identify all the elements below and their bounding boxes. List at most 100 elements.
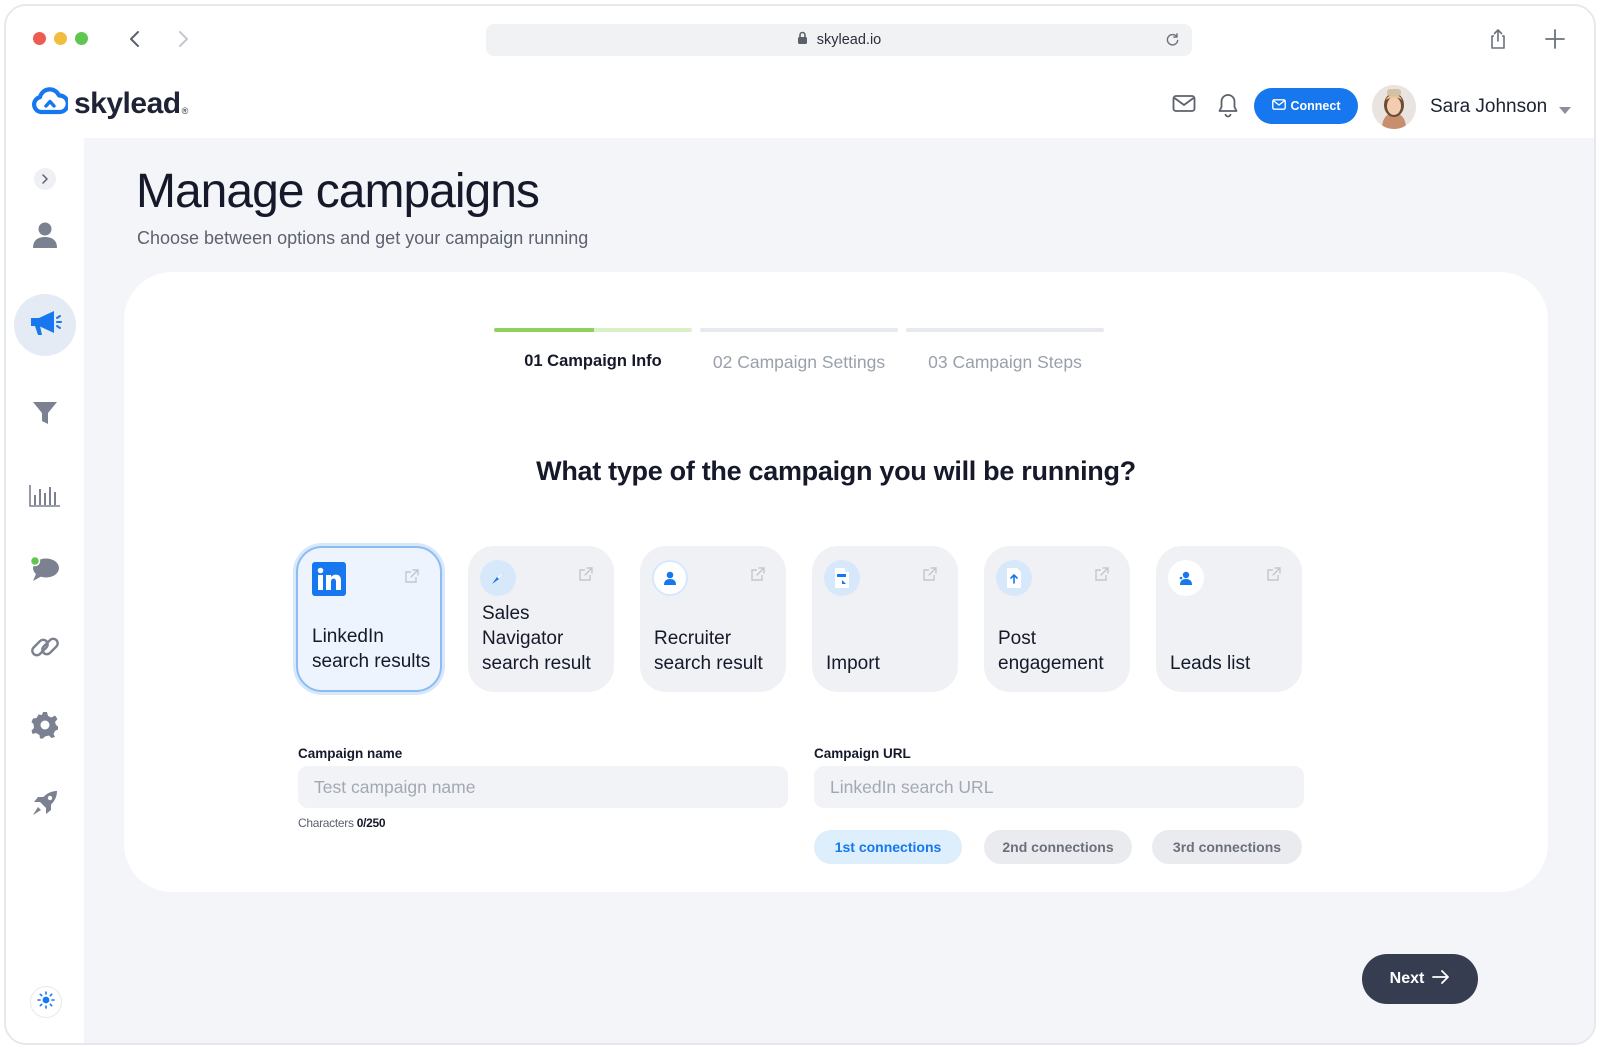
leads-icon <box>1168 560 1204 596</box>
step-label: 02 Campaign Settings <box>712 352 886 372</box>
url-text: skylead.io <box>816 32 882 48</box>
chat-icon <box>29 555 61 588</box>
rocket-icon <box>30 788 60 823</box>
sidebar-expand-button[interactable] <box>34 168 56 190</box>
sidebar <box>6 138 84 1043</box>
campaign-type-label-line2: search results <box>312 651 431 672</box>
link-icon <box>28 630 62 669</box>
campaign-type-label-line1: Post <box>998 628 1037 649</box>
first-connections-pill[interactable]: 1st connections <box>814 830 962 864</box>
campaign-type-label: LinkedIn search results <box>312 624 434 674</box>
campaign-type-label-line2: search result <box>654 653 763 674</box>
bell-icon[interactable] <box>1217 92 1239 123</box>
new-tab-icon[interactable] <box>1544 28 1566 55</box>
person-icon <box>652 560 688 596</box>
reload-icon[interactable] <box>1165 32 1180 51</box>
campaign-type-import[interactable]: Import <box>812 546 958 692</box>
external-link-icon[interactable] <box>750 566 766 587</box>
step-campaign-steps[interactable]: 03 Campaign Steps <box>906 328 1104 373</box>
campaign-type-linkedin[interactable]: LinkedIn search results <box>296 546 442 692</box>
mail-icon[interactable] <box>1172 94 1196 119</box>
browser-window: skylead.io skylead ® Connect Sara Johnso… <box>4 4 1596 1045</box>
character-counter: Characters 0/250 <box>298 816 386 830</box>
address-bar[interactable]: skylead.io <box>486 24 1192 56</box>
step-progress-fill <box>494 328 594 332</box>
campaign-type-label: Leads list <box>1170 651 1296 676</box>
skylead-logo[interactable]: skylead ® <box>32 86 188 121</box>
sidebar-item-inbox[interactable] <box>14 540 76 602</box>
step-progress-bar <box>700 328 898 332</box>
campaign-type-label-line2: search result <box>482 653 591 674</box>
campaign-type-label: Recruiter search result <box>654 626 780 676</box>
forward-arrow-icon[interactable] <box>172 28 194 50</box>
campaign-url-label: Campaign URL <box>814 746 911 761</box>
campaign-type-label-line2: engagement <box>998 653 1104 674</box>
maximize-window-button[interactable] <box>75 32 88 45</box>
megaphone-icon <box>28 308 62 343</box>
sidebar-item-campaigns[interactable] <box>14 294 76 356</box>
campaign-wizard-card: 01 Campaign Info 02 Campaign Settings 03… <box>124 272 1548 892</box>
campaign-type-label: Post engagement <box>998 626 1124 676</box>
sidebar-item-settings[interactable] <box>14 696 76 758</box>
external-link-icon[interactable] <box>922 566 938 587</box>
campaign-type-recruiter[interactable]: Recruiter search result <box>640 546 786 692</box>
character-counter-value: 0/250 <box>356 816 386 830</box>
step-progress-remaining <box>594 328 692 332</box>
user-icon <box>32 221 58 254</box>
third-connections-pill[interactable]: 3rd connections <box>1152 830 1302 864</box>
connect-button[interactable]: Connect <box>1254 88 1358 124</box>
campaign-type-label: Sales Navigator search result <box>482 601 608 676</box>
external-link-icon[interactable] <box>1094 566 1110 587</box>
campaign-type-label-line2: Import <box>826 653 880 674</box>
linkedin-icon <box>312 562 346 596</box>
step-campaign-info[interactable]: 01 Campaign Info <box>494 328 692 371</box>
external-link-icon[interactable] <box>404 568 420 589</box>
campaign-type-question: What type of the campaign you will be ru… <box>536 456 1136 486</box>
csv-file-icon <box>824 560 860 596</box>
step-label: 01 Campaign Info <box>524 352 662 370</box>
gear-icon <box>31 711 59 744</box>
close-window-button[interactable] <box>33 32 46 45</box>
campaign-name-label: Campaign name <box>298 746 403 761</box>
sidebar-item-leads[interactable] <box>14 206 76 268</box>
share-icon[interactable] <box>1488 28 1508 55</box>
external-link-icon[interactable] <box>1266 566 1282 587</box>
minimize-window-button[interactable] <box>54 32 67 45</box>
bar-chart-icon <box>29 483 61 512</box>
envelope-icon <box>1271 99 1286 113</box>
page-title: Manage campaigns <box>136 165 540 218</box>
user-name[interactable]: Sara Johnson <box>1430 96 1547 118</box>
lock-icon <box>797 31 808 49</box>
campaign-type-leads-list[interactable]: Leads list <box>1156 546 1302 692</box>
sidebar-item-launch[interactable] <box>14 774 76 836</box>
campaign-type-label-line1: Sales Navigator <box>482 603 564 649</box>
sidebar-item-analytics[interactable] <box>14 466 76 528</box>
external-link-icon[interactable] <box>578 566 594 587</box>
cloud-logo-icon <box>32 86 70 121</box>
campaign-name-input[interactable] <box>298 766 788 808</box>
campaign-type-sales-navigator[interactable]: Sales Navigator search result <box>468 546 614 692</box>
browser-toolbar: skylead.io <box>6 6 1594 72</box>
step-progress-bar <box>906 328 1104 332</box>
app-header: skylead ® Connect Sara Johnson <box>6 72 1594 138</box>
arrow-right-icon <box>1432 969 1450 989</box>
filter-icon <box>32 400 58 431</box>
campaign-type-label-line1: Recruiter <box>654 628 732 649</box>
logo-wordmark: skylead <box>74 86 181 120</box>
upload-file-icon <box>996 560 1032 596</box>
sidebar-item-integrations[interactable] <box>14 618 76 680</box>
avatar[interactable] <box>1372 85 1416 129</box>
campaign-url-input[interactable] <box>814 766 1304 808</box>
logo-registered-mark: ® <box>181 105 189 116</box>
theme-toggle[interactable] <box>30 986 62 1018</box>
connect-label: Connect <box>1290 99 1341 113</box>
second-connections-pill[interactable]: 2nd connections <box>984 830 1132 864</box>
next-button[interactable]: Next <box>1362 954 1478 1004</box>
sidebar-item-filter[interactable] <box>14 384 76 446</box>
step-campaign-settings[interactable]: 02 Campaign Settings <box>700 328 898 373</box>
campaign-type-post-engagement[interactable]: Post engagement <box>984 546 1130 692</box>
chevron-down-icon[interactable] <box>1558 102 1572 120</box>
back-arrow-icon[interactable] <box>124 28 146 50</box>
page-subtitle: Choose between options and get your camp… <box>137 228 589 248</box>
step-label: 03 Campaign Steps <box>928 352 1082 372</box>
